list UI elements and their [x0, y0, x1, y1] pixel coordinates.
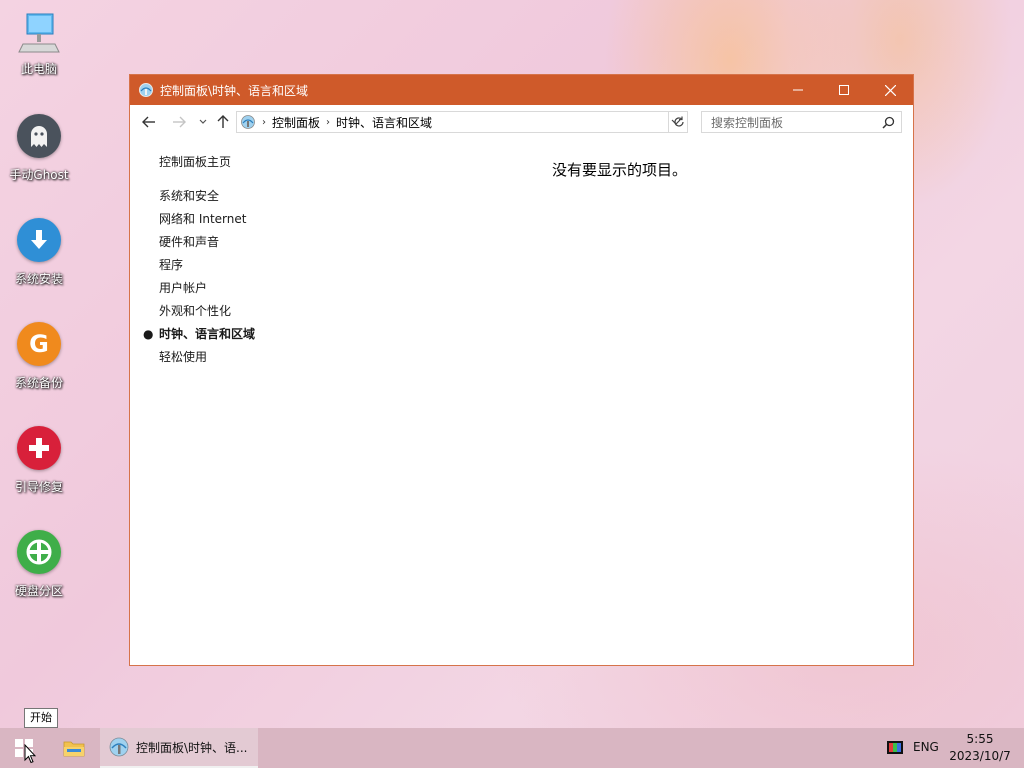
desktop-icon-boot-repair[interactable]: 引导修复 [4, 424, 74, 495]
desktop-icon-label: 硬盘分区 [14, 584, 63, 598]
ghost-icon-wrap [15, 114, 63, 162]
sidebar-item-user-accounts[interactable]: 用户帐户 [159, 280, 255, 303]
clock[interactable]: 5:55 2023/10/7 [944, 731, 1016, 765]
clock-date: 2023/10/7 [949, 749, 1011, 763]
file-explorer-button[interactable] [50, 728, 98, 768]
desktop: 此电脑 手动Ghost 系统安装 G 系统备份 引导修复 硬盘分区 控制面板\时… [0, 0, 1024, 728]
breadcrumb-control-panel[interactable]: 控制面板 [272, 114, 320, 131]
taskbar: 控制面板\时钟、语... ENG 5:55 2023/10/7 [0, 728, 1024, 768]
download-icon [17, 218, 61, 262]
sidebar-item-system-security[interactable]: 系统和安全 [159, 188, 255, 211]
sidebar: 控制面板主页 系统和安全 网络和 Internet 硬件和声音 程序 用户帐户 … [143, 153, 256, 372]
sidebar-item-ease-of-access[interactable]: 轻松使用 [159, 349, 255, 372]
window-title: 控制面板\时钟、语言和区域 [160, 83, 309, 98]
minimize-icon [793, 89, 803, 91]
desktop-icon-system-backup[interactable]: G 系统备份 [4, 320, 74, 391]
search-input[interactable]: 搜索控制面板 [701, 111, 902, 133]
desktop-icon-system-install[interactable]: 系统安装 [4, 216, 74, 287]
sidebar-item-hardware-sound[interactable]: 硬件和声音 [159, 234, 255, 257]
chevron-down-icon [199, 119, 207, 124]
chevron-right-icon: › [262, 116, 266, 128]
navigation-bar: › 控制面板 › 时钟、语言和区域 搜索控制面板 [130, 105, 913, 139]
sidebar-item-appearance[interactable]: 外观和个性化 [159, 303, 255, 326]
desktop-icon-label: 手动Ghost [9, 168, 69, 182]
address-bar[interactable]: › 控制面板 › 时钟、语言和区域 [236, 111, 688, 133]
refresh-button[interactable] [668, 111, 688, 133]
start-tooltip: 开始 [24, 708, 58, 728]
language-indicator[interactable]: ENG [913, 740, 939, 754]
sidebar-item-label: 轻松使用 [159, 350, 208, 364]
desktop-icon-label: 引导修复 [14, 480, 63, 494]
close-icon [884, 84, 896, 96]
desktop-icon-ghost[interactable]: 手动Ghost [4, 112, 74, 183]
sidebar-item-network-internet[interactable]: 网络和 Internet [159, 211, 255, 234]
sidebar-item-label: 时钟、语言和区域 [159, 327, 256, 341]
search-placeholder: 搜索控制面板 [711, 115, 784, 130]
clock-time: 5:55 [966, 732, 994, 746]
partition-icon [17, 530, 61, 574]
ghost-icon [17, 114, 61, 158]
plus-icon [17, 426, 61, 470]
desktop-icon-this-pc[interactable]: 此电脑 [4, 8, 74, 77]
sidebar-item-clock-language-region[interactable]: ● 时钟、语言和区域 [143, 326, 256, 349]
desktop-icon-label: 系统安装 [14, 272, 63, 286]
color-profile-icon[interactable] [887, 740, 903, 756]
taskbar-item-label: 控制面板\时钟、语... [136, 740, 248, 755]
sidebar-item-programs[interactable]: 程序 [159, 257, 255, 280]
control-panel-icon [139, 83, 153, 97]
maximize-icon [839, 85, 849, 95]
taskbar-item-control-panel[interactable]: 控制面板\时钟、语... [100, 728, 258, 768]
sidebar-home-link[interactable]: 控制面板主页 [159, 153, 255, 170]
desktop-icon-disk-partition[interactable]: 硬盘分区 [4, 528, 74, 599]
g-letter-icon: G [17, 322, 61, 366]
desktop-icon-label: 系统备份 [14, 376, 63, 390]
close-button[interactable] [867, 75, 913, 105]
mouse-cursor-icon [24, 744, 36, 764]
sidebar-item-label: 用户帐户 [159, 281, 208, 295]
chevron-right-icon[interactable]: › [326, 117, 330, 128]
control-panel-window: 控制面板\时钟、语言和区域 › 控制面板 › 时钟、语言和区域 搜索控制面板 控… [129, 74, 914, 666]
control-panel-icon [109, 737, 129, 757]
maximize-button[interactable] [821, 75, 867, 105]
arrow-up-icon [217, 115, 229, 128]
arrow-right-icon [173, 116, 186, 128]
sidebar-item-label: 系统和安全 [159, 189, 220, 203]
sidebar-item-label: 硬件和声音 [159, 235, 220, 249]
forward-button[interactable] [170, 113, 188, 131]
recent-locations-button[interactable] [194, 113, 212, 131]
up-button[interactable] [214, 113, 232, 131]
arrow-left-icon [142, 116, 155, 128]
desktop-icon-label: 此电脑 [20, 62, 57, 76]
breadcrumb-clock-language-region[interactable]: 时钟、语言和区域 [336, 114, 432, 131]
title-bar[interactable]: 控制面板\时钟、语言和区域 [130, 75, 913, 105]
control-panel-icon [241, 115, 255, 129]
computer-icon [18, 13, 60, 53]
refresh-icon [673, 116, 684, 127]
active-bullet-icon: ● [143, 327, 154, 341]
sidebar-item-label: 外观和个性化 [159, 304, 232, 318]
sidebar-item-label: 网络和 Internet [159, 212, 247, 226]
folder-icon [63, 741, 85, 757]
search-icon [882, 116, 895, 129]
sidebar-item-label: 程序 [159, 258, 184, 272]
minimize-button[interactable] [775, 75, 821, 105]
empty-message: 没有要显示的项目。 [552, 161, 688, 179]
back-button[interactable] [140, 113, 158, 131]
